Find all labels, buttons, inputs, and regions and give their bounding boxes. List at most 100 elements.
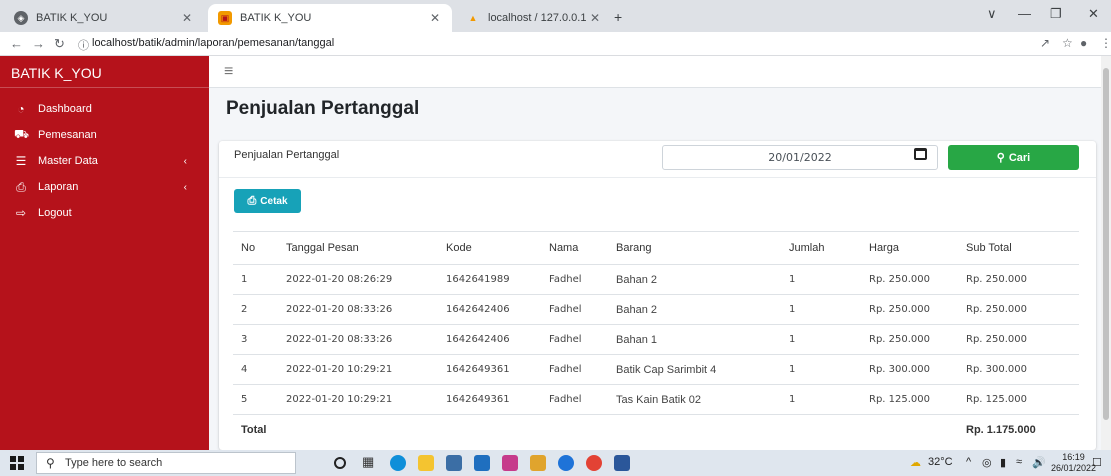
close-tab-icon[interactable]: ✕ [590, 11, 600, 25]
reload-icon[interactable]: ↻ [54, 36, 65, 52]
word-icon[interactable] [614, 455, 630, 471]
column-header: Tanggal Pesan [278, 231, 438, 265]
sidebar-item-logout[interactable]: ⇨ Logout [0, 200, 209, 226]
mail-icon[interactable] [474, 455, 490, 471]
share-icon[interactable]: ↗ [1040, 36, 1050, 50]
table-header-row: No Tanggal Pesan Kode Nama Barang Jumlah… [233, 231, 1079, 265]
browser-tab-bar: ◈ BATIK K_YOU ✕ ▣ BATIK K_YOU ✕ ▲ localh… [0, 0, 1111, 32]
total-value: Rp. 1.175.000 [966, 424, 1036, 437]
close-window-icon[interactable]: ✕ [1088, 6, 1099, 22]
date-value: 20/01/2022 [768, 151, 832, 164]
table-cell: 2022-01-20 10:29:21 [278, 384, 438, 415]
table-cell: Rp. 250.000 [861, 264, 958, 295]
edge-icon[interactable] [390, 455, 406, 471]
tab-search-icon[interactable]: ∨ [987, 6, 997, 22]
restore-icon[interactable]: ❐ [1050, 6, 1062, 22]
table-cell: Rp. 125.000 [861, 384, 958, 415]
windows-start-icon[interactable] [10, 456, 24, 470]
table-cell: 1 [781, 294, 861, 325]
back-icon[interactable]: ← [10, 36, 23, 51]
table-cell: Fadhel [541, 294, 608, 325]
table-row: 1 2022-01-20 08:26:29 1642641989 Fadhel … [233, 264, 1079, 295]
table-cell: Bahan 2 [608, 294, 781, 325]
tachometer-icon: ◔ [17, 102, 25, 116]
chrome-icon[interactable] [586, 455, 602, 471]
date-input[interactable]: 20/01/2022 [662, 145, 938, 170]
taskbar-search-input[interactable]: ⚲ Type here to search [36, 452, 296, 474]
profile-icon[interactable]: ● [1080, 36, 1087, 50]
network-icon[interactable]: ◎ [982, 456, 992, 469]
table-cell: 1642642406 [438, 294, 541, 325]
brand-link[interactable]: BATIK K_YOU [0, 56, 209, 88]
menu-kebab-icon[interactable]: ⋮ [1100, 36, 1111, 50]
browser-tab-1[interactable]: ◈ BATIK K_YOU ✕ [4, 4, 204, 32]
table-cell: Fadhel [541, 384, 608, 415]
temperature-text[interactable]: 32°C [928, 456, 953, 468]
battery-icon[interactable]: ▮ [1000, 456, 1006, 469]
table-cell: Rp. 250.000 [958, 294, 1079, 325]
table-cell: Tas Kain Batik 02 [608, 384, 781, 415]
volume-icon[interactable]: 🔊 [1032, 456, 1046, 469]
notification-icon[interactable]: ☐ [1092, 456, 1102, 469]
phpmyadmin-icon: ▲ [468, 13, 478, 23]
cortana-icon[interactable] [334, 457, 346, 469]
taskbar-search-placeholder: Type here to search [65, 457, 163, 469]
table-cell: Rp. 250.000 [958, 324, 1079, 355]
sidebar-item-master-data[interactable]: ☰ Master Data ‹ [0, 148, 209, 174]
browser-tab-3[interactable]: ▲ localhost / 127.0.0.1 / batik / ong ✕ [456, 4, 604, 32]
new-tab-button[interactable]: + [614, 9, 622, 25]
table-cell: Rp. 125.000 [958, 384, 1079, 415]
wifi-icon[interactable]: ≈ [1016, 456, 1022, 468]
table-cell: Rp. 250.000 [861, 294, 958, 325]
print-icon: ⎙ [247, 194, 257, 207]
file-explorer-icon[interactable] [418, 455, 434, 471]
table-cell: 1 [781, 324, 861, 355]
table-cell: Fadhel [541, 324, 608, 355]
forward-icon[interactable]: → [32, 36, 45, 51]
logout-icon: ⇨ [15, 206, 27, 220]
page-title: Penjualan Pertanggal [226, 98, 420, 119]
info-icon: ⓘ [78, 40, 89, 52]
clock-time: 16:19 [1062, 452, 1085, 462]
table-cell: 1642642406 [438, 324, 541, 355]
search-button[interactable]: ⚲ Cari [948, 145, 1079, 170]
store-icon[interactable] [446, 455, 462, 471]
tab-title: BATIK K_YOU [36, 12, 108, 24]
globe-icon: ◈ [14, 11, 28, 25]
print-button-label: Cetak [260, 195, 288, 207]
table-cell: 1 [781, 384, 861, 415]
column-header: Barang [608, 231, 781, 265]
table-cell: 4 [233, 354, 278, 385]
table-cell: 2022-01-20 08:33:26 [278, 294, 438, 325]
print-icon: ⎙ [16, 179, 26, 194]
calendar-icon[interactable] [914, 148, 927, 160]
close-tab-icon[interactable]: ✕ [430, 11, 440, 25]
sidebar-item-pemesanan[interactable]: ⛟ Pemesanan [0, 122, 209, 148]
table-cell: Rp. 250.000 [861, 324, 958, 355]
chevron-up-icon[interactable]: ^ [966, 456, 971, 468]
report-card: Penjualan Pertanggal 20/01/2022 ⚲ Cari ⎙… [219, 141, 1096, 450]
bookmark-star-icon[interactable]: ☆ [1062, 36, 1073, 50]
taskbar-clock[interactable]: 16:19 26/01/2022 [1051, 452, 1096, 474]
page-scrollbar[interactable] [1101, 56, 1111, 450]
sidebar: BATIK K_YOU ◔ Dashboard ⛟ Pemesanan ☰ Ma… [0, 56, 209, 450]
sublime-icon[interactable] [530, 455, 546, 471]
url-input[interactable]: localhost/batik/admin/laporan/pemesanan/… [92, 37, 334, 49]
table-cell: 1642649361 [438, 354, 541, 385]
close-tab-icon[interactable]: ✕ [182, 11, 192, 25]
sidebar-item-dashboard[interactable]: ◔ Dashboard [0, 96, 209, 122]
sidebar-item-laporan[interactable]: ⎙ Laporan ‹ [0, 174, 209, 200]
column-header: Jumlah [781, 231, 861, 265]
clock-date: 26/01/2022 [1051, 463, 1097, 473]
sales-table: No Tanggal Pesan Kode Nama Barang Jumlah… [233, 231, 1079, 446]
print-button[interactable]: ⎙ Cetak [234, 189, 301, 213]
vscode-icon[interactable] [558, 455, 574, 471]
hamburger-menu-icon[interactable]: ≡ [224, 63, 233, 81]
xampp-icon[interactable] [502, 455, 518, 471]
scrollbar-thumb[interactable] [1103, 68, 1109, 420]
table-cell: Rp. 300.000 [958, 354, 1079, 385]
browser-tab-2[interactable]: ▣ BATIK K_YOU ✕ [208, 4, 452, 32]
task-view-icon[interactable]: ▦ [362, 454, 378, 470]
chevron-left-icon: ‹ [183, 155, 187, 167]
minimize-icon[interactable]: — [1018, 6, 1031, 21]
